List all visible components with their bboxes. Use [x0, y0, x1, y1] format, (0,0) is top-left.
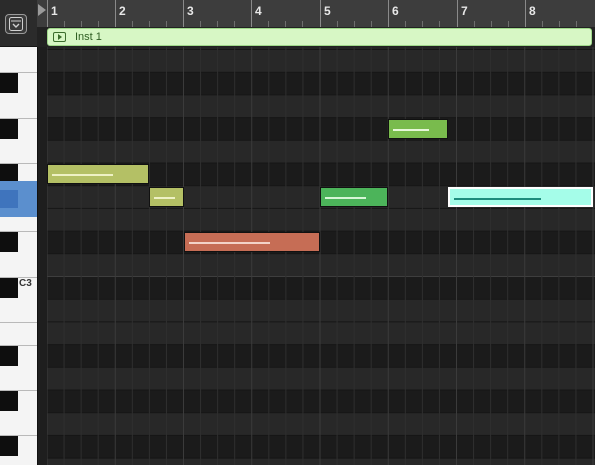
grid-row	[47, 72, 595, 95]
bar-tick	[388, 0, 389, 27]
bar-tick	[525, 0, 526, 27]
black-key[interactable]	[0, 277, 18, 298]
grid-row	[47, 412, 595, 436]
timeline-ruler[interactable]: 1 2 3 4 5 6 7 8	[37, 0, 595, 28]
playhead-marker-icon[interactable]	[38, 4, 47, 16]
bar-tick	[251, 0, 252, 27]
bar-number-4: 4	[255, 4, 262, 18]
midi-note[interactable]	[47, 164, 150, 184]
piano-roll-grid[interactable]	[47, 47, 595, 465]
key-label-c3: C3	[19, 278, 32, 289]
bar-tick	[115, 0, 116, 27]
grid-row	[47, 458, 595, 465]
bar-number-7: 7	[461, 4, 468, 18]
bar-tick	[183, 0, 184, 27]
grid-row	[47, 390, 595, 413]
grid-row	[47, 344, 595, 368]
black-key[interactable]	[0, 232, 18, 253]
grid-row	[47, 321, 595, 345]
velocity-line	[453, 197, 541, 200]
grid-row	[47, 231, 595, 254]
grid-row	[47, 94, 595, 118]
piano-roll-menu-button[interactable]	[5, 14, 27, 34]
velocity-line	[154, 196, 175, 199]
region-strip: Inst 1	[37, 27, 595, 47]
black-key[interactable]	[0, 118, 18, 139]
bar-tick	[47, 0, 48, 27]
grid-row	[47, 208, 595, 232]
black-key[interactable]	[0, 73, 18, 94]
piano-keyboard[interactable]: C3	[0, 47, 38, 465]
play-icon[interactable]	[53, 32, 66, 42]
bar-tick	[457, 0, 458, 27]
chevron-down-icon	[9, 17, 23, 31]
grid-row	[47, 49, 595, 73]
grid-row	[47, 253, 595, 277]
midi-note[interactable]	[447, 186, 593, 207]
bar-number-5: 5	[324, 4, 331, 18]
bar-number-2: 2	[119, 4, 126, 18]
midi-note[interactable]	[183, 232, 320, 253]
region-header[interactable]: Inst 1	[47, 28, 592, 46]
midi-note[interactable]	[388, 118, 448, 139]
grid-row	[47, 299, 595, 322]
bar-number-1: 1	[51, 4, 58, 18]
midi-note[interactable]	[149, 186, 184, 207]
bar-tick	[320, 0, 321, 27]
grid-row	[47, 276, 595, 300]
corner-panel	[0, 0, 38, 47]
bar-number-3: 3	[187, 4, 194, 18]
white-key-separator	[0, 321, 37, 323]
midi-note[interactable]	[320, 186, 389, 207]
highlighted-key-inner	[0, 190, 18, 208]
black-key[interactable]	[0, 345, 18, 366]
black-key[interactable]	[0, 436, 18, 457]
bar-number-6: 6	[392, 4, 399, 18]
region-name: Inst 1	[75, 31, 102, 43]
black-key[interactable]	[0, 391, 18, 411]
grid-row	[47, 140, 595, 163]
velocity-line	[188, 242, 271, 245]
bar-number-8: 8	[529, 4, 536, 18]
velocity-line	[52, 174, 114, 176]
grid-row	[47, 367, 595, 390]
highlighted-key[interactable]	[0, 181, 37, 217]
velocity-line	[393, 128, 430, 131]
grid-row	[47, 117, 595, 141]
grid-lines	[47, 47, 595, 465]
grid-row	[47, 435, 595, 459]
velocity-line	[325, 196, 366, 199]
